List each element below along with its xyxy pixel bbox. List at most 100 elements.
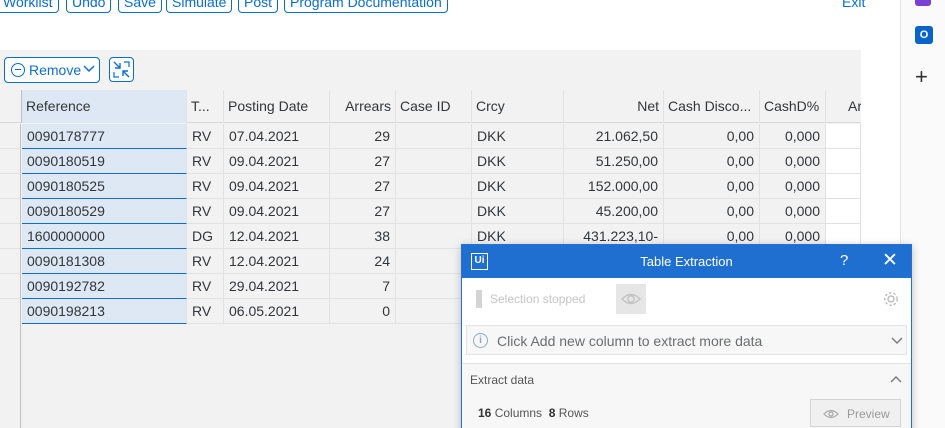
cell-currency[interactable]: DKK: [472, 124, 564, 149]
cell-cashd-percent[interactable]: 0,000: [760, 149, 826, 174]
cell-case-id[interactable]: [396, 199, 472, 224]
outlook-icon[interactable]: O: [915, 26, 933, 44]
cell-currency[interactable]: DKK: [472, 199, 564, 224]
row-selector[interactable]: [0, 299, 21, 324]
select-all-cell[interactable]: [0, 90, 22, 123]
highlight-toggle-button[interactable]: [616, 284, 646, 314]
col-header-currency[interactable]: Crcy: [472, 90, 564, 123]
cell-posting-date[interactable]: 06.05.2021: [224, 299, 330, 324]
col-header-net[interactable]: Net: [564, 90, 664, 123]
cell-reference[interactable]: 0090192782: [22, 274, 187, 299]
cell-net[interactable]: 21.062,50: [564, 124, 664, 149]
col-header-ar[interactable]: Ar: [826, 90, 861, 123]
cell-type[interactable]: RV: [187, 124, 224, 149]
row-selector[interactable]: [0, 274, 21, 299]
cell-currency[interactable]: DKK: [472, 174, 564, 199]
cell-reference[interactable]: 0090180519: [22, 149, 187, 174]
simulate-button[interactable]: Simulate: [166, 0, 233, 13]
add-icon[interactable]: +: [915, 66, 928, 88]
table-row[interactable]: 0090180529 RV 09.04.2021 27 DKK 45.200,00 0,00…: [0, 199, 861, 224]
cell-arrears[interactable]: 27: [330, 199, 396, 224]
cell-arrears[interactable]: 29: [330, 124, 396, 149]
cell-reference[interactable]: 0090180529: [22, 199, 187, 224]
cell-type[interactable]: RV: [187, 274, 224, 299]
cell-cash-discount[interactable]: 0,00: [664, 149, 760, 174]
cell-ar[interactable]: [826, 149, 861, 174]
cell-posting-date[interactable]: 07.04.2021: [224, 124, 330, 149]
cell-type[interactable]: RV: [187, 174, 224, 199]
extract-data-section-header[interactable]: Extract data: [462, 363, 911, 395]
cell-case-id[interactable]: [396, 174, 472, 199]
row-selector[interactable]: [0, 149, 21, 174]
cell-ar[interactable]: [826, 199, 861, 224]
cell-cash-discount[interactable]: 0,00: [664, 174, 760, 199]
cell-arrears[interactable]: 24: [330, 249, 396, 274]
row-selector[interactable]: [0, 199, 21, 224]
undo-button[interactable]: Undo: [66, 0, 112, 13]
cell-case-id[interactable]: [396, 149, 472, 174]
cell-cashd-percent[interactable]: 0,000: [760, 124, 826, 149]
cell-reference[interactable]: 0090181308: [22, 249, 187, 274]
cell-currency[interactable]: DKK: [472, 149, 564, 174]
cell-type[interactable]: DG: [187, 224, 224, 249]
table-row[interactable]: 0090180519 RV 09.04.2021 27 DKK 51.250,00 0,00…: [0, 149, 861, 174]
cell-case-id[interactable]: [396, 124, 472, 149]
preview-button[interactable]: Preview: [810, 399, 901, 427]
app-icon[interactable]: [915, 0, 931, 6]
exit-link[interactable]: Exit: [842, 0, 865, 10]
save-button[interactable]: Save: [118, 0, 162, 13]
grid-toolbar: Remove: [0, 50, 861, 90]
worklist-button[interactable]: Worklist: [0, 0, 59, 13]
help-icon[interactable]: ?: [840, 252, 848, 269]
col-header-cash-discount[interactable]: Cash Disco...: [664, 90, 760, 123]
cell-arrears[interactable]: 27: [330, 149, 396, 174]
cell-cashd-percent[interactable]: 0,000: [760, 174, 826, 199]
cell-arrears[interactable]: 7: [330, 274, 396, 299]
cell-net[interactable]: 51.250,00: [564, 149, 664, 174]
cell-ar[interactable]: [826, 124, 861, 149]
col-header-arrears[interactable]: Arrears: [330, 90, 396, 123]
table-row[interactable]: 0090180525 RV 09.04.2021 27 DKK 152.000,00 0,0…: [0, 174, 861, 199]
cell-type[interactable]: RV: [187, 199, 224, 224]
col-header-posting-date[interactable]: Posting Date: [224, 90, 330, 123]
col-header-cashd-percent[interactable]: CashD%: [760, 90, 826, 123]
cell-posting-date[interactable]: 12.04.2021: [224, 224, 330, 249]
cell-net[interactable]: 152.000,00: [564, 174, 664, 199]
row-selector[interactable]: [0, 174, 21, 199]
cell-cash-discount[interactable]: 0,00: [664, 124, 760, 149]
cell-arrears[interactable]: 0: [330, 299, 396, 324]
cell-cash-discount[interactable]: 0,00: [664, 199, 760, 224]
remove-button[interactable]: Remove: [4, 57, 100, 83]
cell-reference[interactable]: 0090180525: [22, 174, 187, 199]
cell-type[interactable]: RV: [187, 299, 224, 324]
gear-icon[interactable]: [882, 290, 900, 308]
pause-icon[interactable]: [476, 290, 482, 308]
cell-ar[interactable]: [826, 174, 861, 199]
info-banner[interactable]: i Click Add new column to extract more d…: [466, 325, 907, 355]
cell-type[interactable]: RV: [187, 249, 224, 274]
cell-reference[interactable]: 0090178777: [22, 124, 187, 149]
cell-net[interactable]: 45.200,00: [564, 199, 664, 224]
cell-posting-date[interactable]: 29.04.2021: [224, 274, 330, 299]
cell-reference[interactable]: 0090198213: [22, 299, 187, 324]
cell-posting-date[interactable]: 12.04.2021: [224, 249, 330, 274]
col-header-reference[interactable]: Reference: [22, 90, 187, 123]
table-row[interactable]: 0090178777 RV 07.04.2021 29 DKK 21.062,50 0,00…: [0, 124, 861, 149]
cell-cashd-percent[interactable]: 0,000: [760, 199, 826, 224]
row-selector[interactable]: [0, 249, 21, 274]
cell-arrears[interactable]: 27: [330, 174, 396, 199]
col-header-case-id[interactable]: Case ID: [396, 90, 472, 123]
cell-reference[interactable]: 1600000000: [22, 224, 187, 249]
row-selector[interactable]: [0, 124, 21, 149]
cell-arrears[interactable]: 38: [330, 224, 396, 249]
collapse-button[interactable]: [109, 57, 134, 82]
cell-posting-date[interactable]: 09.04.2021: [224, 174, 330, 199]
col-header-type[interactable]: T...: [187, 90, 224, 123]
cell-type[interactable]: RV: [187, 149, 224, 174]
close-icon[interactable]: ✕: [882, 249, 898, 272]
post-button[interactable]: Post: [238, 0, 279, 13]
program-documentation-button[interactable]: Program Documentation: [284, 0, 448, 13]
cell-posting-date[interactable]: 09.04.2021: [224, 199, 330, 224]
row-selector[interactable]: [0, 224, 21, 249]
cell-posting-date[interactable]: 09.04.2021: [224, 149, 330, 174]
